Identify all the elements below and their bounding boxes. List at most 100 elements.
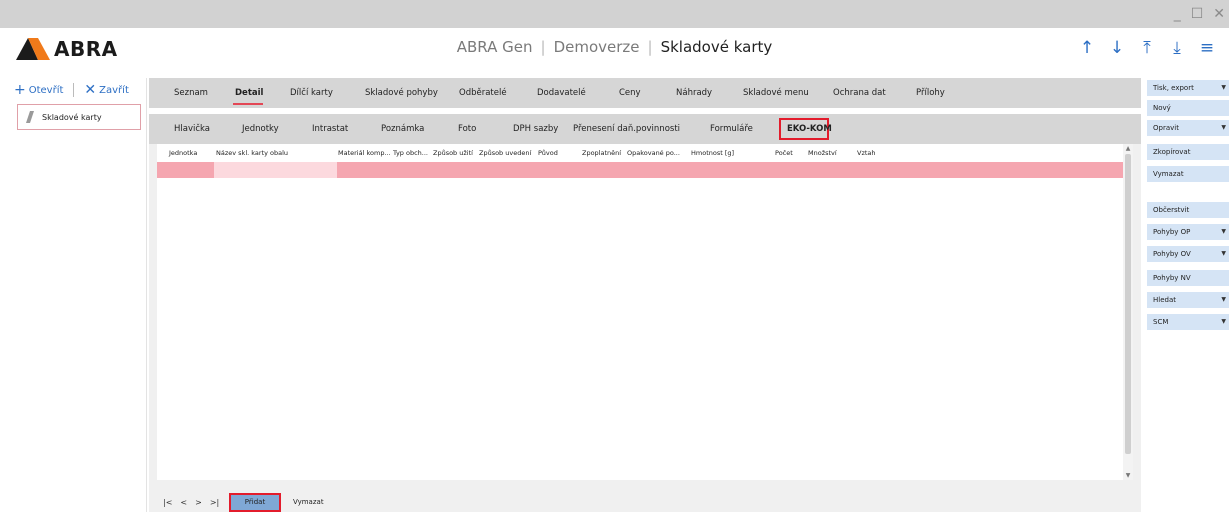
tab-jednotky[interactable]: Jednotky <box>242 124 279 134</box>
movements-ov-button[interactable]: Pohyby OV ▼ <box>1147 246 1229 262</box>
tab-eko-kom[interactable]: EKO-KOM <box>787 124 832 134</box>
tab-ochrana-dat[interactable]: Ochrana dat <box>833 88 886 98</box>
data-grid: Jednotka Název skl. karty obalu Materiál… <box>157 144 1133 480</box>
secondary-tabs: Hlavička Jednotky Intrastat Poznámka Fot… <box>149 114 1141 144</box>
movements-ov-label: Pohyby OV <box>1153 250 1191 258</box>
minimize-icon[interactable]: _ <box>1174 4 1181 24</box>
close-button[interactable]: Zavřít <box>99 85 129 96</box>
caret-down-icon: ▼ <box>1221 84 1226 91</box>
tab-odberatele[interactable]: Odběratelé <box>459 88 507 98</box>
open-document-label: Skladové karty <box>42 112 102 122</box>
copy-button[interactable]: Zkopírovat <box>1147 144 1229 160</box>
col-opakovane[interactable]: Opakované po... <box>627 149 680 157</box>
tab-dph-sazby[interactable]: DPH sazby <box>513 124 558 134</box>
module-title: Skladové karty <box>660 38 773 56</box>
maximize-icon[interactable]: ☐ <box>1191 4 1204 24</box>
movements-op-label: Pohyby OP <box>1153 228 1191 236</box>
col-material[interactable]: Materiál komp... <box>338 149 391 157</box>
tab-dilci-karty[interactable]: Dílčí karty <box>290 88 333 98</box>
tab-dodavatele[interactable]: Dodavatelé <box>537 88 586 98</box>
caret-down-icon: ▼ <box>1221 124 1226 131</box>
print-export-label: Tisk, export <box>1153 84 1194 92</box>
app-window: _ ☐ ✕ ABRA ABRA Gen | Demoverze | Skladové k… <box>0 0 1229 512</box>
last-page-icon[interactable]: >| <box>210 498 219 507</box>
col-nazev-skl-karty[interactable]: Název skl. karty obalu <box>216 149 288 157</box>
col-vztah[interactable]: Vztah <box>857 149 876 157</box>
menu-icon[interactable]: ≡ <box>1197 36 1217 60</box>
tab-seznam[interactable]: Seznam <box>174 88 208 98</box>
open-document-item[interactable]: Skladové karty <box>17 104 141 130</box>
title-bar: _ ☐ ✕ <box>0 0 1229 28</box>
tab-nahrady[interactable]: Náhrady <box>676 88 712 98</box>
caret-down-icon: ▼ <box>1221 228 1226 235</box>
scm-button[interactable]: SCM ▼ <box>1147 314 1229 330</box>
refresh-button[interactable]: Občerstvit <box>1147 202 1229 218</box>
table-row[interactable] <box>157 162 1123 178</box>
main-area: Seznam Detail Dílčí karty Skladové pohyb… <box>149 78 1141 512</box>
refresh-label: Občerstvit <box>1153 206 1190 214</box>
col-puvod[interactable]: Původ <box>538 149 558 157</box>
col-hmotnost[interactable]: Hmotnost [g] <box>691 149 734 157</box>
open-button[interactable]: Otevřít <box>29 85 64 96</box>
movements-op-button[interactable]: Pohyby OP ▼ <box>1147 224 1229 240</box>
tab-poznamka[interactable]: Poznámka <box>381 124 424 134</box>
arrow-top-icon[interactable]: ⤒ <box>1137 36 1157 60</box>
header-actions: ↑ ↓ ⤒ ⤓ ≡ <box>1077 36 1217 60</box>
first-page-icon[interactable]: |< <box>163 498 172 507</box>
next-page-icon[interactable]: > <box>195 498 202 507</box>
tab-foto[interactable]: Foto <box>458 124 476 134</box>
delete-record-label: Vymazat <box>1153 170 1184 178</box>
tab-formulare[interactable]: Formuláře <box>710 124 753 134</box>
delete-record-button[interactable]: Vymazat <box>1147 166 1229 182</box>
col-pocet[interactable]: Počet <box>775 149 793 157</box>
tab-skladove-pohyby[interactable]: Skladové pohyby <box>365 88 438 98</box>
arrow-down-icon[interactable]: ↓ <box>1107 36 1127 60</box>
col-jednotka[interactable]: Jednotka <box>169 149 197 157</box>
prev-page-icon[interactable]: < <box>180 498 187 507</box>
tab-detail[interactable]: Detail <box>235 88 263 98</box>
scm-label: SCM <box>1153 318 1169 326</box>
left-panel: + Otevřít ✕ Zavřít Skladové karty <box>0 78 147 512</box>
page-title: ABRA Gen | Demoverze | Skladové karty <box>456 38 773 56</box>
toolbar-divider <box>73 83 75 97</box>
new-button[interactable]: Nový <box>1147 100 1229 116</box>
active-tab-underline <box>233 103 263 105</box>
plus-icon[interactable]: + <box>14 82 26 98</box>
col-zpusob-uziti[interactable]: Způsob užití <box>433 149 473 157</box>
app-name: ABRA Gen <box>456 38 533 56</box>
pager: |< < > >| <box>163 498 219 507</box>
grid-header: Jednotka Název skl. karty obalu Materiál… <box>157 144 1123 160</box>
col-zpusob-uvedeni[interactable]: Způsob uvedení <box>479 149 531 157</box>
copy-label: Zkopírovat <box>1153 148 1191 156</box>
edit-button[interactable]: Opravit ▼ <box>1147 120 1229 136</box>
tab-prilohy[interactable]: Přílohy <box>916 88 945 98</box>
scroll-down-icon[interactable]: ▼ <box>1124 472 1132 479</box>
delete-button[interactable]: Vymazat <box>293 498 324 506</box>
caret-down-icon: ▼ <box>1221 296 1226 303</box>
scroll-thumb[interactable] <box>1125 154 1131 454</box>
edit-label: Opravit <box>1153 124 1179 132</box>
scroll-up-icon[interactable]: ▲ <box>1124 145 1132 152</box>
tab-skladove-menu[interactable]: Skladové menu <box>743 88 809 98</box>
col-zpoplatneni[interactable]: Zpoplatnění <box>582 149 621 157</box>
tab-hlavicka[interactable]: Hlavička <box>174 124 210 134</box>
movements-nv-button[interactable]: Pohyby NV <box>1147 270 1229 286</box>
caret-down-icon: ▼ <box>1221 318 1226 325</box>
print-export-button[interactable]: Tisk, export ▼ <box>1147 80 1229 96</box>
col-mnozstvi[interactable]: Množství <box>808 149 837 157</box>
add-button[interactable]: Přidat <box>229 493 281 512</box>
arrow-up-icon[interactable]: ↑ <box>1077 36 1097 60</box>
app-header: ABRA ABRA Gen | Demoverze | Skladové karty ↑… <box>0 28 1229 70</box>
active-cell[interactable] <box>214 162 337 178</box>
col-typ-obch[interactable]: Typ obch... <box>393 149 428 157</box>
arrow-bottom-icon[interactable]: ⤓ <box>1167 36 1187 60</box>
tab-preneseni-dan[interactable]: Přenesení daň.povinnosti <box>573 124 680 134</box>
tab-ceny[interactable]: Ceny <box>619 88 641 98</box>
close-x-icon[interactable]: ✕ <box>84 82 96 98</box>
close-window-icon[interactable]: ✕ <box>1213 4 1225 24</box>
vertical-scrollbar[interactable]: ▲ ▼ <box>1123 144 1133 480</box>
tab-intrastat[interactable]: Intrastat <box>312 124 348 134</box>
context-name: Demoverze <box>553 38 640 56</box>
primary-tabs: Seznam Detail Dílčí karty Skladové pohyb… <box>149 78 1141 108</box>
search-button[interactable]: Hledat ▼ <box>1147 292 1229 308</box>
